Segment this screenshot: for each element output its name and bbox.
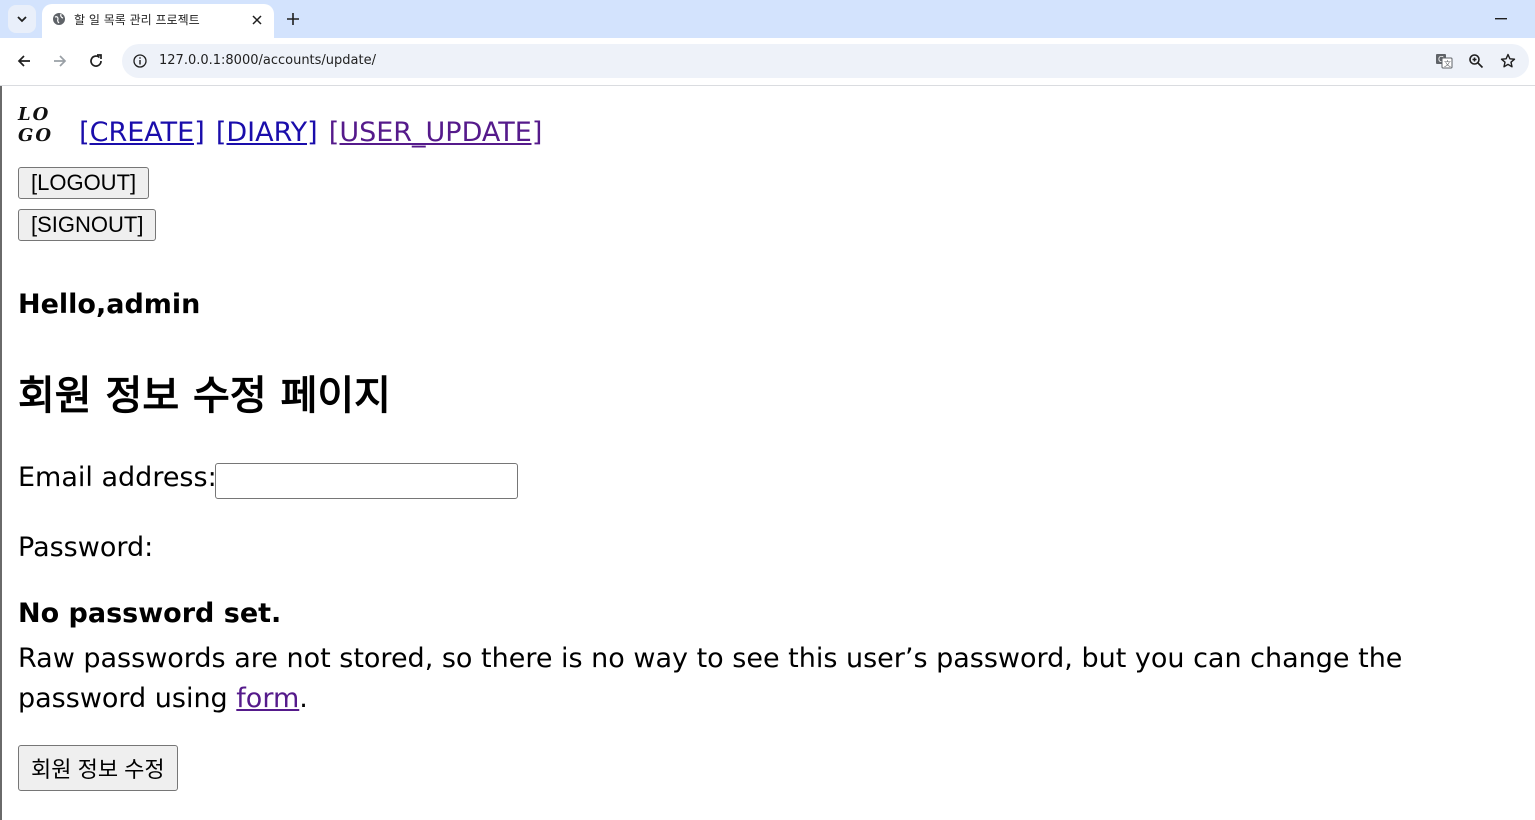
browser-toolbar: 127.0.0.1:8000/accounts/update/ G文 [0,38,1535,86]
url-text: 127.0.0.1:8000/accounts/update/ [159,53,376,68]
logout-button[interactable]: [LOGOUT] [18,167,150,199]
reload-icon[interactable] [83,48,109,74]
plus-icon[interactable] [282,8,304,30]
password-label: Password: [18,532,154,563]
browser-tab[interactable]: 할 일 목록 관리 프로젝트 [42,4,274,38]
logo-text-line2: GO [18,125,54,146]
back-arrow-icon[interactable] [11,48,37,74]
signout-button[interactable]: [SIGNOUT] [18,209,157,241]
close-icon[interactable] [247,10,267,30]
password-status: No password set. [18,598,282,629]
info-icon[interactable] [130,51,150,71]
globe-icon [52,12,66,26]
password-help-period: . [299,683,308,714]
password-help-body: Raw passwords are not stored, so there i… [18,643,1403,714]
zoom-icon[interactable] [1465,50,1487,72]
nav-link-user-update[interactable]: [USER_UPDATE] [329,117,543,148]
minimize-icon[interactable] [1488,8,1514,30]
tab-title: 할 일 목록 관리 프로젝트 [74,13,200,27]
nav-link-diary[interactable]: [DIARY] [216,117,318,148]
password-help-text: Raw passwords are not stored, so there i… [18,639,1533,719]
nav-link-create[interactable]: [CREATE] [79,117,205,148]
page-viewport: LO GO [CREATE] [DIARY] [USER_UPDATE] [LO… [0,86,1535,820]
address-bar[interactable]: 127.0.0.1:8000/accounts/update/ G文 [122,44,1529,78]
star-icon[interactable] [1497,50,1519,72]
tab-strip: 할 일 목록 관리 프로젝트 [0,0,1535,38]
logo-link[interactable]: LO GO [18,104,68,148]
forward-arrow-icon[interactable] [47,48,73,74]
svg-text:文: 文 [1444,59,1451,68]
password-change-form-link[interactable]: form [236,683,299,714]
update-profile-button[interactable]: 회원 정보 수정 [18,745,178,791]
page-title: 회원 정보 수정 페이지 [18,373,391,419]
greeting-text: Hello,admin [18,289,201,320]
logo-text-line1: LO [18,104,51,125]
site-nav: LO GO [CREATE] [DIARY] [USER_UPDATE] [18,104,542,148]
email-field[interactable] [215,463,518,499]
chevron-down-icon[interactable] [8,5,36,33]
email-label: Email address: [18,462,217,493]
translate-icon[interactable]: G文 [1433,50,1455,72]
